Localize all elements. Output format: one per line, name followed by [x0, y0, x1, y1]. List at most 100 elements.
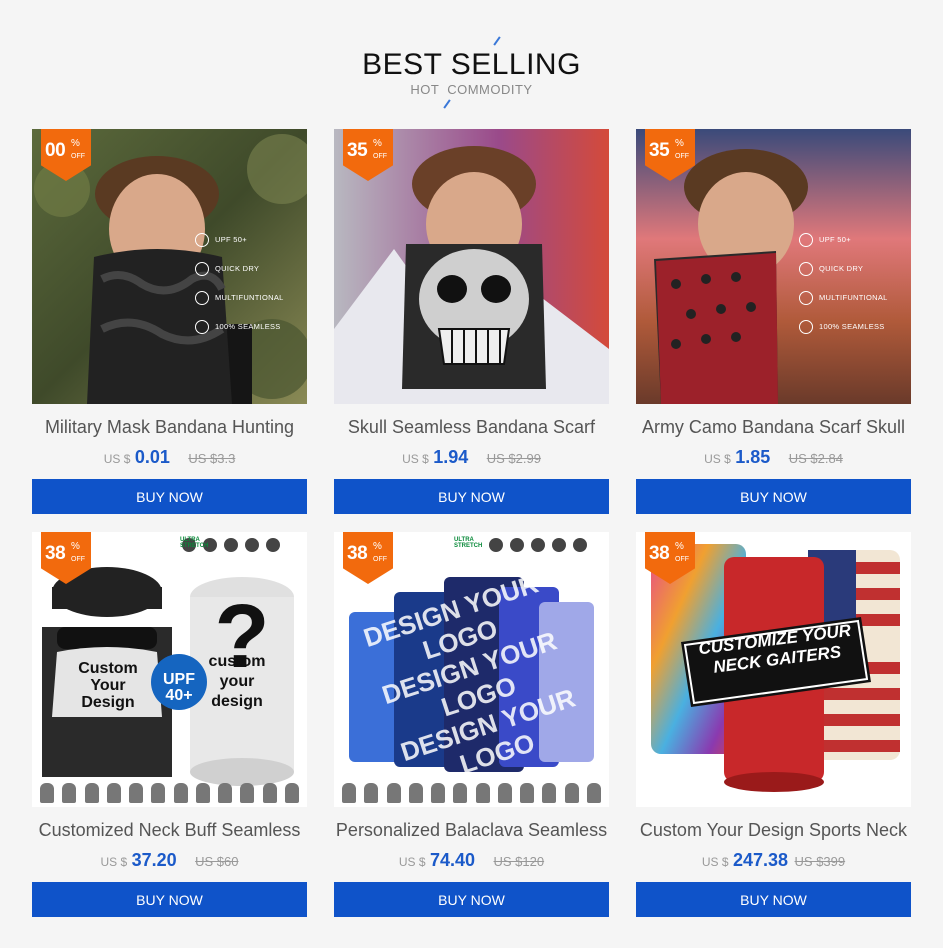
style-thumb: [284, 783, 299, 803]
buy-now-button[interactable]: BUY NOW: [32, 479, 307, 514]
feature-label: MULTIFUNTIONAL: [215, 293, 284, 302]
buy-now-button[interactable]: BUY NOW: [636, 479, 911, 514]
upf-icon: [799, 232, 813, 247]
discount-off: OFF: [675, 153, 689, 160]
discount-value: 35: [347, 140, 368, 161]
discount-percent: %: [675, 138, 684, 149]
style-thumb: [497, 783, 512, 803]
feature-label: UPF 50+: [819, 235, 851, 244]
feature-icon: [531, 538, 545, 552]
feature-dry: QUICK DRY: [195, 254, 295, 283]
feature-seamless: 100% SEAMLESS: [195, 312, 295, 341]
decor-slash: [443, 99, 451, 109]
section-header: BEST SELLING HOT COMMODITY: [0, 0, 943, 120]
product-name[interactable]: Skull Seamless Bandana Scarf: [328, 417, 615, 438]
brand-label: ULTRA STRETCH: [180, 537, 209, 549]
price-row: US $ 1.85 US $2.84: [636, 447, 911, 468]
style-thumb: [106, 783, 121, 803]
product-image[interactable]: UPF 50+ QUICK DRY MULTIFUNTIONAL 100% SE…: [636, 129, 911, 404]
feature-icon: [224, 538, 238, 552]
discount-value: 38: [45, 543, 66, 564]
feature-list: UPF 50+ QUICK DRY MULTIFUNTIONAL 100% SE…: [799, 225, 899, 341]
style-thumb: [453, 783, 468, 803]
price-row: US $ 74.40 US $120: [334, 850, 609, 871]
feature-icon-row: [489, 538, 587, 552]
feature-icon: [573, 538, 587, 552]
upf-badge: UPF 40+: [163, 671, 195, 704]
buy-now-button[interactable]: BUY NOW: [636, 882, 911, 917]
product-image[interactable]: CUSTOMIZE YOUR NECK GAITERS 38 % OFF: [636, 532, 911, 807]
discount-off: OFF: [675, 556, 689, 563]
feature-label: QUICK DRY: [215, 264, 260, 273]
style-thumb: [195, 783, 210, 803]
feature-multi: MULTIFUNTIONAL: [195, 283, 295, 312]
original-price: US $60: [195, 854, 239, 869]
product-name[interactable]: Personalized Balaclava Seamless: [328, 820, 615, 841]
price-row: US $ 1.94 US $2.99: [334, 447, 609, 468]
product-image[interactable]: DESIGN YOUR LOGO DESIGN YOUR LOGO DESIGN…: [334, 532, 609, 807]
discount-off: OFF: [373, 556, 387, 563]
original-price: US $120: [493, 854, 545, 869]
feature-icon: [266, 538, 280, 552]
buy-now-button[interactable]: BUY NOW: [334, 882, 609, 917]
buy-now-button[interactable]: BUY NOW: [32, 882, 307, 917]
custom-text-left: Custom Your Design: [78, 660, 138, 711]
style-thumb: [40, 783, 54, 803]
product-card[interactable]: UPF 50+ QUICK DRY MULTIFUNTIONAL 100% SE…: [636, 129, 911, 514]
style-thumb: [564, 783, 579, 803]
feature-label: UPF 50+: [215, 235, 247, 244]
feature-icon: [489, 538, 503, 552]
current-price: 0.01: [134, 447, 170, 467]
discount-value: 00: [45, 140, 66, 161]
multifunctional-icon: [799, 290, 813, 305]
product-card[interactable]: ? ULTRA STRETCH Custom Your Design UPF 4…: [32, 532, 307, 917]
current-price: 247.38: [733, 850, 789, 870]
style-thumb: [151, 783, 166, 803]
style-thumb: [475, 783, 490, 803]
product-image[interactable]: 35 % OFF: [334, 129, 609, 404]
price-row: US $ 0.01 US $3.3: [32, 447, 307, 468]
currency-label: US $: [402, 452, 429, 466]
brand-label: ULTRA STRETCH: [454, 537, 483, 549]
product-name[interactable]: Customized Neck Buff Seamless: [26, 820, 313, 841]
discount-percent: %: [373, 138, 382, 149]
product-card[interactable]: UPF 50+ QUICK DRY MULTIFUNTIONAL 100% SE…: [32, 129, 307, 514]
section-title: BEST SELLING: [362, 48, 581, 81]
current-price: 37.20: [131, 850, 177, 870]
feature-label: 100% SEAMLESS: [819, 322, 885, 331]
product-name[interactable]: Military Mask Bandana Hunting: [26, 417, 313, 438]
original-price: US $2.84: [788, 451, 843, 466]
feature-icon: [510, 538, 524, 552]
seamless-icon: [195, 319, 209, 334]
current-price: 1.94: [433, 447, 469, 467]
currency-label: US $: [701, 855, 729, 869]
seamless-icon: [799, 319, 813, 334]
discount-percent: %: [71, 138, 80, 149]
product-card[interactable]: DESIGN YOUR LOGO DESIGN YOUR LOGO DESIGN…: [334, 532, 609, 917]
style-thumb: [364, 783, 379, 803]
feature-list: UPF 50+ QUICK DRY MULTIFUNTIONAL 100% SE…: [195, 225, 295, 341]
style-thumb: [386, 783, 401, 803]
section-subtitle: HOT COMMODITY: [410, 82, 533, 97]
style-thumb: [542, 783, 557, 803]
price-row: US $ 37.20 US $60: [32, 850, 307, 871]
feature-icon: [552, 538, 566, 552]
feature-dry: QUICK DRY: [799, 254, 899, 283]
product-card[interactable]: CUSTOMIZE YOUR NECK GAITERS 38 % OFF Cus…: [636, 532, 911, 917]
product-image[interactable]: UPF 50+ QUICK DRY MULTIFUNTIONAL 100% SE…: [32, 129, 307, 404]
product-image[interactable]: ? ULTRA STRETCH Custom Your Design UPF 4…: [32, 532, 307, 807]
thumbnail-strip: [40, 783, 299, 803]
style-thumb: [431, 783, 446, 803]
product-card[interactable]: 35 % OFF Skull Seamless Bandana Scarf US…: [334, 129, 609, 514]
currency-label: US $: [398, 855, 426, 869]
feature-seamless: 100% SEAMLESS: [799, 312, 899, 341]
current-price: 1.85: [735, 447, 771, 467]
upf-icon: [195, 232, 209, 247]
discount-value: 38: [347, 543, 368, 564]
style-thumb: [342, 783, 356, 803]
discount-off: OFF: [71, 556, 85, 563]
feature-upf: UPF 50+: [799, 225, 899, 254]
product-name[interactable]: Army Camo Bandana Scarf Skull: [630, 417, 917, 438]
product-name[interactable]: Custom Your Design Sports Neck: [630, 820, 917, 841]
buy-now-button[interactable]: BUY NOW: [334, 479, 609, 514]
